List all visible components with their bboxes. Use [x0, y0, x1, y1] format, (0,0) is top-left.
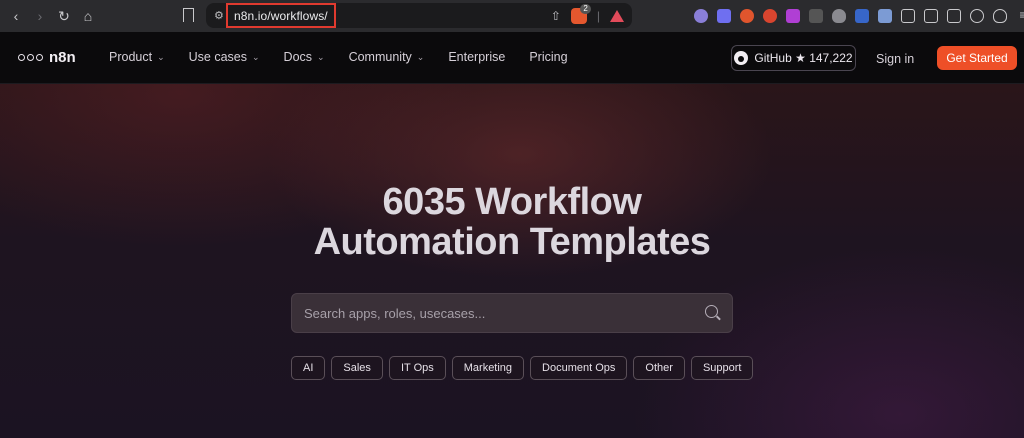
brave-rewards-icon[interactable] — [610, 9, 624, 22]
extension-icon[interactable] — [786, 9, 800, 23]
chevron-down-icon: ⌄ — [317, 51, 325, 62]
back-icon[interactable]: ‹ — [6, 6, 26, 26]
menu-item-docs[interactable]: Docs ⌄ — [284, 50, 325, 64]
github-label: GitHub ★ 147,222 — [754, 51, 853, 65]
menu-label: Docs — [283, 50, 313, 64]
extension-icon[interactable] — [694, 9, 708, 23]
menu-item-pricing[interactable]: Pricing — [529, 50, 567, 64]
category-chip-document-ops[interactable]: Document Ops — [530, 356, 628, 380]
menu-icon[interactable]: ≡ — [1016, 9, 1024, 23]
home-icon[interactable]: ⌂ — [78, 6, 98, 26]
shield-icon[interactable] — [832, 9, 846, 23]
share-icon[interactable]: ⇧ — [551, 9, 561, 23]
category-chip-other[interactable]: Other — [633, 356, 685, 380]
puzzle-icon[interactable] — [901, 9, 915, 23]
address-bar[interactable]: ⚙ n8n.io/workflows/ ⇧ 2 | — [206, 3, 632, 28]
n8n-logo[interactable]: n8n — [18, 49, 76, 66]
extension-icon[interactable] — [855, 9, 869, 23]
brave-shields-icon[interactable]: 2 — [570, 3, 591, 24]
reload-icon[interactable]: ↻ — [54, 6, 74, 26]
menu-label: Community — [348, 50, 412, 64]
template-search-box — [291, 293, 733, 333]
chevron-down-icon: ⌄ — [416, 51, 425, 62]
title-line-1: 6035 Workflow — [382, 181, 642, 223]
github-icon — [734, 51, 749, 65]
forward-icon[interactable]: › — [30, 6, 50, 26]
logo-wordmark: n8n — [49, 49, 76, 66]
menu-label: Use cases — [188, 50, 247, 64]
wallet-icon[interactable] — [947, 9, 961, 23]
vpn-icon[interactable] — [993, 9, 1007, 23]
get-started-button[interactable]: Get Started — [937, 46, 1017, 70]
menu-label: Enterprise — [448, 50, 506, 64]
category-chip-support[interactable]: Support — [690, 356, 754, 380]
sidebar-icon[interactable] — [924, 9, 938, 23]
github-stars-button[interactable]: GitHub ★ 147,222 — [731, 45, 856, 71]
main-menu: Product ⌄ Use cases ⌄ Docs ⌄ Community ⌄ Ent… — [109, 50, 568, 64]
browser-toolbar: ‹ › ↻ ⌂ ⚙ n8n.io/workflows/ ⇧ 2 | ≡ — [0, 0, 1024, 32]
url-text[interactable]: n8n.io/workflows/ — [226, 3, 336, 28]
search-input[interactable] — [304, 305, 694, 321]
menu-label: Product — [109, 50, 153, 64]
hero-section: 6035 Workflow Automation Templates AI Sa… — [0, 84, 1024, 438]
chevron-down-icon: ⌄ — [157, 51, 165, 62]
extension-icon[interactable] — [740, 9, 754, 23]
divider: | — [596, 8, 600, 23]
category-chip-marketing[interactable]: Marketing — [451, 356, 525, 380]
search-icon[interactable] — [705, 305, 718, 318]
menu-item-enterprise[interactable]: Enterprise — [448, 50, 505, 64]
extensions-bar: ≡ — [694, 6, 1024, 26]
menu-item-community[interactable]: Community ⌄ — [349, 50, 425, 64]
shields-count: 2 — [580, 3, 591, 14]
extension-icon[interactable] — [809, 9, 823, 23]
bookmark-icon[interactable] — [183, 8, 194, 22]
logo-icon — [18, 54, 43, 61]
title-line-2: Automation Templates — [313, 221, 711, 263]
site-header: n8n Product ⌄ Use cases ⌄ Docs ⌄ Community ⌄… — [0, 32, 1024, 84]
menu-item-product[interactable]: Product ⌄ — [109, 50, 165, 64]
menu-item-use-cases[interactable]: Use cases ⌄ — [189, 50, 260, 64]
chevron-down-icon: ⌄ — [252, 51, 260, 62]
menu-label: Pricing — [529, 50, 568, 64]
leo-icon[interactable] — [970, 9, 984, 23]
category-chip-it-ops[interactable]: IT Ops — [388, 356, 446, 380]
extension-icon[interactable] — [717, 9, 731, 23]
category-chip-sales[interactable]: Sales — [331, 356, 383, 380]
site-settings-icon[interactable]: ⚙ — [214, 10, 226, 22]
category-chip-ai[interactable]: AI — [291, 356, 326, 380]
page-title: 6035 Workflow Automation Templates — [0, 182, 1024, 262]
category-filters: AI Sales IT Ops Marketing Document Ops O… — [291, 356, 754, 380]
extension-icon[interactable] — [763, 9, 777, 23]
extension-icon[interactable] — [878, 9, 892, 23]
sign-in-link[interactable]: Sign in — [876, 52, 914, 66]
